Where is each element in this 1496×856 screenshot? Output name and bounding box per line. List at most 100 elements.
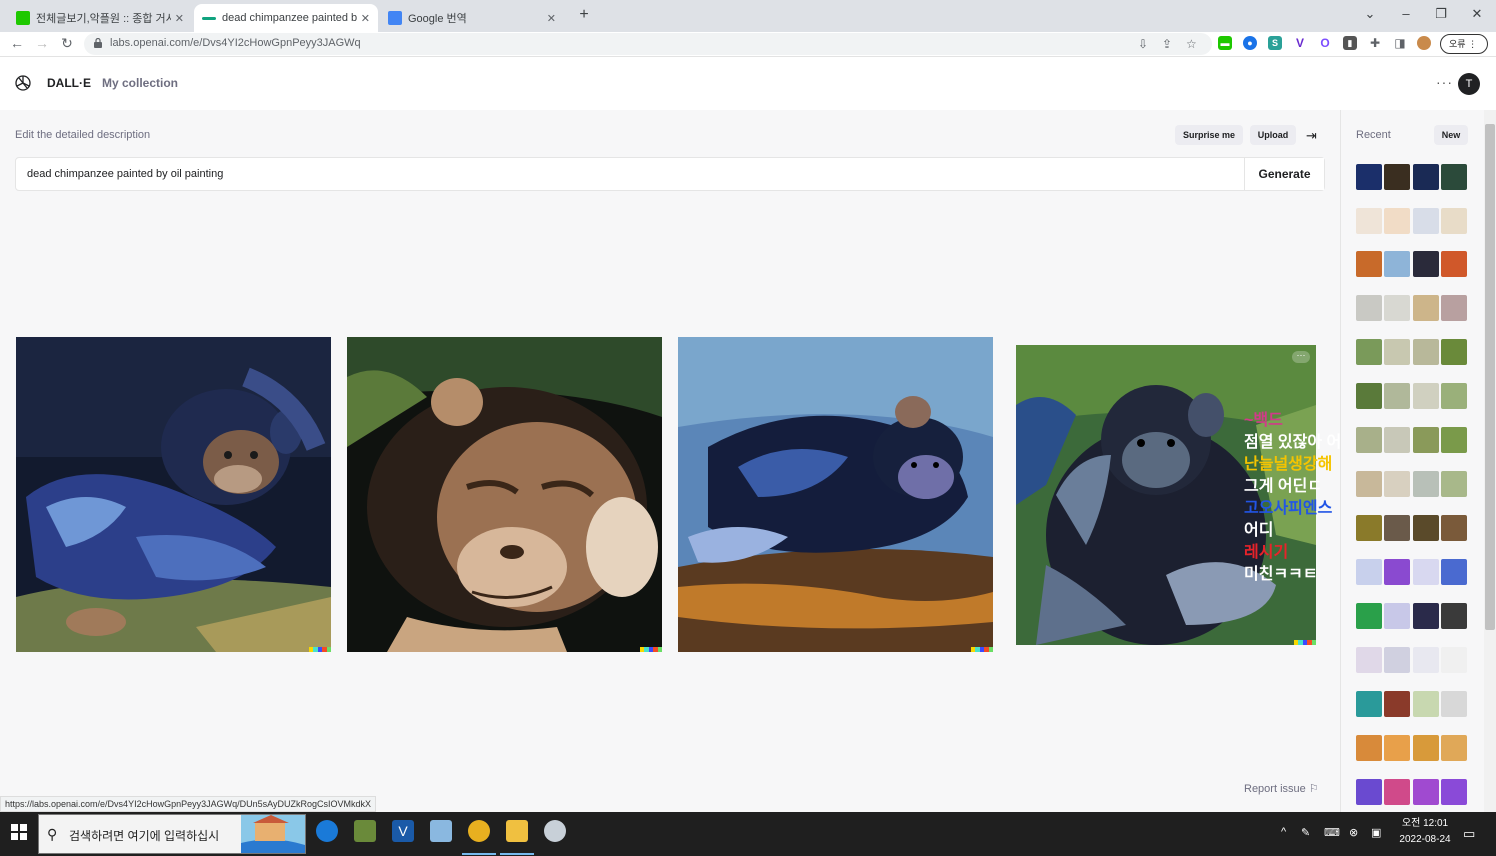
recent-thumbnail[interactable] [1356, 603, 1382, 629]
recent-thumbnail[interactable] [1384, 295, 1410, 321]
profile-avatar-icon[interactable] [1417, 36, 1431, 50]
dalle-brand-link[interactable]: DALL·E [47, 76, 91, 90]
new-button[interactable]: New [1434, 125, 1468, 145]
edge-icon[interactable] [316, 820, 338, 842]
paint-icon[interactable] [544, 820, 566, 842]
recent-thumbnail[interactable] [1441, 339, 1467, 365]
tab-3[interactable]: Google 번역 ✕ [380, 4, 564, 32]
recent-thumbnail[interactable] [1384, 427, 1410, 453]
recent-thumbnail[interactable] [1413, 164, 1439, 190]
install-icon[interactable]: ⇩ [1138, 37, 1148, 51]
recent-thumbnail[interactable] [1384, 208, 1410, 234]
tab-search-chevron-icon[interactable]: ⌄ [1360, 6, 1380, 22]
vegas-icon[interactable]: V [392, 820, 414, 842]
recent-thumbnail[interactable] [1441, 735, 1467, 761]
recent-thumbnail[interactable] [1441, 295, 1467, 321]
recent-thumbnail[interactable] [1356, 295, 1382, 321]
recent-thumbnail[interactable] [1356, 647, 1382, 673]
minecraft-icon[interactable] [354, 820, 376, 842]
extension-o-icon[interactable]: O [1318, 36, 1332, 50]
recent-thumbnail[interactable] [1384, 735, 1410, 761]
extensions-puzzle-icon[interactable]: ✚ [1368, 36, 1382, 50]
recent-thumbnail[interactable] [1384, 603, 1410, 629]
recent-thumbnail[interactable] [1384, 647, 1410, 673]
recent-thumbnail[interactable] [1413, 647, 1439, 673]
share-icon[interactable]: ⇪ [1162, 37, 1172, 51]
new-tab-icon[interactable]: + [574, 6, 594, 24]
recent-thumbnail[interactable] [1441, 427, 1467, 453]
recent-thumbnail[interactable] [1356, 559, 1382, 585]
recent-thumbnail[interactable] [1384, 164, 1410, 190]
recent-thumbnail[interactable] [1441, 603, 1467, 629]
tab-close-icon[interactable]: ✕ [547, 12, 556, 25]
recent-thumbnail[interactable] [1413, 735, 1439, 761]
recent-thumbnail[interactable] [1441, 251, 1467, 277]
keyboard-icon[interactable]: ⌨ [1324, 826, 1340, 839]
bookmark-star-icon[interactable]: ☆ [1186, 37, 1197, 51]
recent-thumbnail[interactable] [1441, 208, 1467, 234]
extension-grey-icon[interactable]: ▮ [1343, 36, 1357, 50]
recent-thumbnail[interactable] [1413, 251, 1439, 277]
recent-thumbnail[interactable] [1413, 779, 1439, 805]
windows-start-icon[interactable] [11, 824, 27, 840]
recent-thumbnail[interactable] [1413, 295, 1439, 321]
address-bar[interactable]: labs.openai.com/e/Dvs4YI2cHowGpnPeyy3JAG… [84, 33, 1212, 55]
recent-thumbnail[interactable] [1384, 339, 1410, 365]
taskbar-search-box[interactable]: ⚲ 검색하려면 여기에 입력하십시 [38, 814, 306, 854]
recent-thumbnail[interactable] [1413, 515, 1439, 541]
scrollbar-thumb[interactable] [1485, 124, 1495, 630]
extension-naver-icon[interactable]: ▬ [1218, 36, 1232, 50]
chrome-icon[interactable] [468, 820, 490, 842]
recent-thumbnail[interactable] [1356, 515, 1382, 541]
result-image-2[interactable] [347, 337, 662, 652]
reload-icon[interactable]: ↻ [58, 35, 76, 52]
prompt-input[interactable]: dead chimpanzee painted by oil painting … [15, 157, 1325, 191]
tab-1[interactable]: 전체글보기,악플원 :: 종합 거시기 ✕ [8, 4, 192, 32]
system-clock[interactable]: 오전 12:01 2022-08-24 [1396, 816, 1454, 848]
recent-thumbnail[interactable] [1413, 427, 1439, 453]
recent-thumbnail[interactable] [1356, 208, 1382, 234]
recent-thumbnail[interactable] [1413, 603, 1439, 629]
file-explorer-icon[interactable] [506, 820, 528, 842]
recent-thumbnail[interactable] [1356, 383, 1382, 409]
pen-icon[interactable]: ✎ [1301, 826, 1310, 839]
extension-blue-icon[interactable]: ● [1243, 36, 1257, 50]
recent-thumbnail[interactable] [1441, 164, 1467, 190]
minimize-icon[interactable]: – [1396, 6, 1416, 21]
recent-thumbnail[interactable] [1413, 559, 1439, 585]
recent-thumbnail[interactable] [1413, 691, 1439, 717]
recent-thumbnail[interactable] [1413, 208, 1439, 234]
recent-thumbnail[interactable] [1441, 515, 1467, 541]
my-collection-link[interactable]: My collection [102, 76, 178, 90]
recent-thumbnail[interactable] [1441, 647, 1467, 673]
openai-logo-icon[interactable] [14, 74, 32, 92]
recent-thumbnail[interactable] [1441, 559, 1467, 585]
tab-close-icon[interactable]: ✕ [175, 12, 184, 25]
result-image-1[interactable] [16, 337, 331, 652]
profile-error-button[interactable]: 오류 ⋮ [1440, 34, 1488, 54]
ime-icon[interactable]: ▣ [1371, 826, 1381, 839]
recent-thumbnail[interactable] [1384, 251, 1410, 277]
recent-thumbnail[interactable] [1356, 164, 1382, 190]
tab-close-icon[interactable]: ✕ [361, 12, 370, 25]
recent-thumbnail[interactable] [1441, 779, 1467, 805]
recent-thumbnail[interactable] [1441, 691, 1467, 717]
surprise-me-button[interactable]: Surprise me [1175, 125, 1243, 145]
recent-thumbnail[interactable] [1413, 383, 1439, 409]
recent-thumbnail[interactable] [1356, 427, 1382, 453]
maximize-icon[interactable]: ❐ [1431, 6, 1451, 22]
recent-thumbnail[interactable] [1384, 471, 1410, 497]
recent-thumbnail[interactable] [1356, 471, 1382, 497]
back-icon[interactable]: ← [8, 35, 26, 51]
tab-2-active[interactable]: dead chimpanzee painted by oil ✕ [194, 4, 378, 32]
more-menu-icon[interactable]: ··· [1436, 74, 1453, 90]
recent-thumbnail[interactable] [1356, 251, 1382, 277]
recent-thumbnail[interactable] [1384, 515, 1410, 541]
recent-thumbnail[interactable] [1413, 471, 1439, 497]
recent-thumbnail[interactable] [1356, 735, 1382, 761]
collapse-sidebar-icon[interactable]: ⇥ [1306, 128, 1317, 144]
notification-icon[interactable]: ▭ [1463, 826, 1475, 842]
recent-thumbnail[interactable] [1384, 383, 1410, 409]
mute-icon[interactable]: ⊗ [1349, 826, 1358, 839]
report-issue-link[interactable]: Report issue ⚐ [1244, 782, 1319, 795]
